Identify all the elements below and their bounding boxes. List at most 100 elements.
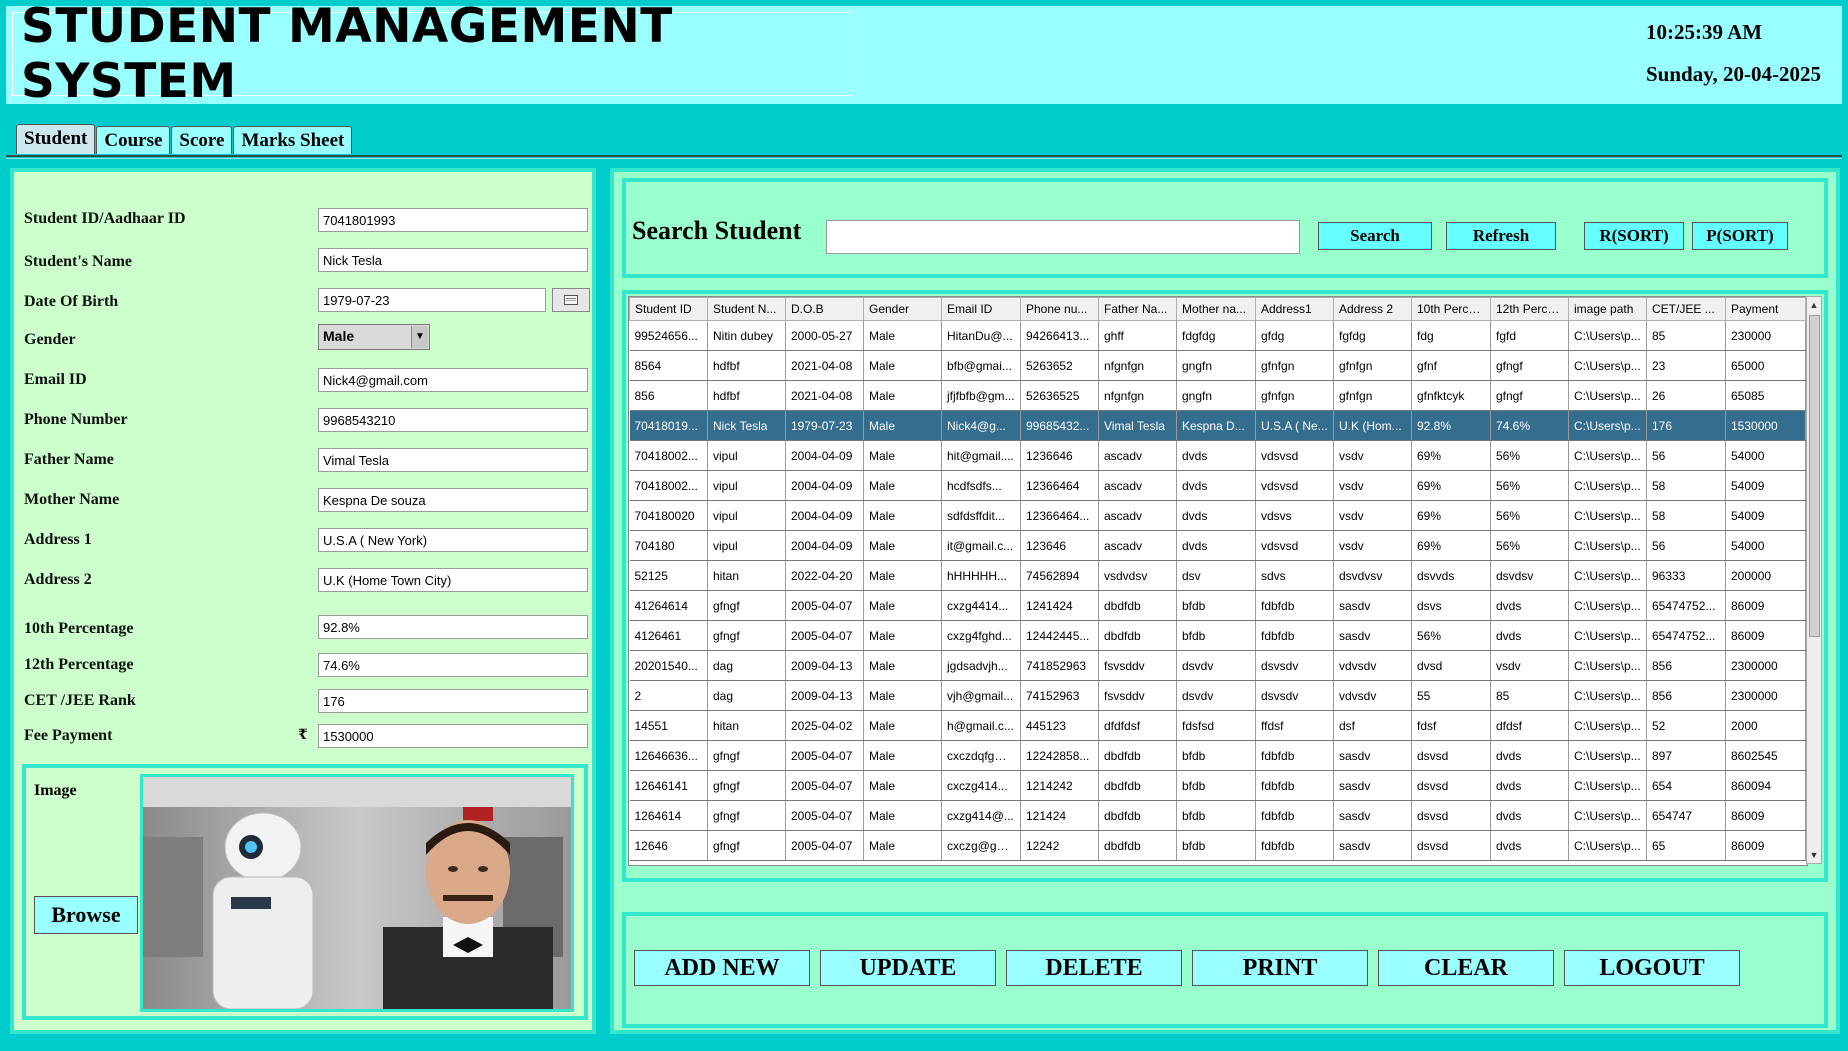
table-cell[interactable]: 52 — [1646, 710, 1726, 741]
table-cell[interactable]: Male — [863, 740, 942, 771]
table-cell[interactable]: 12646636... — [629, 740, 708, 771]
table-cell[interactable]: 65000 — [1725, 350, 1806, 381]
table-cell[interactable]: 12646141 — [629, 770, 708, 801]
r-sort-button[interactable]: R(SORT) — [1584, 222, 1684, 250]
column-header[interactable]: Student N... — [707, 297, 786, 321]
table-cell[interactable]: 856 — [1646, 680, 1726, 711]
table-cell[interactable]: hHHHHH... — [941, 560, 1021, 591]
table-row[interactable]: 4126461 gfngf 2005-04-07 Male cxzg4fghd... 12… — [629, 620, 1806, 651]
table-cell[interactable]: vdsvsd — [1255, 470, 1334, 501]
table-cell[interactable]: vsdv — [1333, 530, 1412, 561]
table-cell[interactable]: 54000 — [1725, 530, 1806, 561]
table-cell[interactable]: C:\Users\p... — [1568, 440, 1647, 471]
table-row[interactable]: 14551 hitan 2025-04-02 Male h@gmail.c... 4451… — [629, 710, 1806, 741]
table-cell[interactable]: 654747 — [1646, 800, 1726, 831]
table-cell[interactable]: Male — [863, 710, 942, 741]
p-sort-button[interactable]: P(SORT) — [1692, 222, 1788, 250]
table-cell[interactable]: dsvsd — [1411, 830, 1491, 861]
table-cell[interactable]: 2004-04-09 — [785, 530, 864, 561]
table-cell[interactable]: 230000 — [1725, 320, 1806, 351]
table-cell[interactable]: 99524656... — [629, 320, 708, 351]
table-cell[interactable]: fdsf — [1411, 710, 1491, 741]
table-cell[interactable]: dsvsdv — [1255, 650, 1334, 681]
table-row[interactable]: 12646636... gfngf 2005-04-07 Male cxczdqfg@.… — [629, 740, 1806, 771]
table-cell[interactable]: gfngf — [707, 770, 786, 801]
table-cell[interactable]: fdbfdb — [1255, 620, 1334, 651]
table-cell[interactable]: dbdfdb — [1098, 830, 1177, 861]
table-cell[interactable]: jgdsadvjh... — [941, 650, 1021, 681]
table-cell[interactable]: 20201540... — [629, 650, 708, 681]
table-cell[interactable]: 99685432... — [1020, 410, 1099, 441]
table-cell[interactable]: fgfdg — [1333, 320, 1412, 351]
table-cell[interactable]: 12646 — [629, 830, 708, 861]
table-row[interactable]: 856 hdfbf 2021-04-08 Male jfjfbfb@gm... 52636… — [629, 380, 1806, 411]
table-cell[interactable]: 70418002... — [629, 470, 708, 501]
table-cell[interactable]: nfgnfgn — [1098, 350, 1177, 381]
table-cell[interactable]: cxzg4fghd... — [941, 620, 1021, 651]
table-cell[interactable]: fdg — [1411, 320, 1491, 351]
table-cell[interactable]: 8564 — [629, 350, 708, 381]
search-input[interactable] — [826, 220, 1300, 254]
table-cell[interactable]: dvds — [1490, 830, 1569, 861]
table-cell[interactable]: vdsvs — [1255, 500, 1334, 531]
table-cell[interactable]: fdbfdb — [1255, 770, 1334, 801]
table-cell[interactable]: 2009-04-13 — [785, 650, 864, 681]
table-cell[interactable]: 2004-04-09 — [785, 440, 864, 471]
table-cell[interactable]: C:\Users\p... — [1568, 650, 1647, 681]
table-cell[interactable]: dsf — [1333, 710, 1412, 741]
table-cell[interactable]: vdsvsd — [1255, 440, 1334, 471]
table-scrollbar[interactable]: ▲ ▼ — [1806, 296, 1822, 864]
table-cell[interactable]: dvds — [1490, 620, 1569, 651]
table-cell[interactable]: C:\Users\p... — [1568, 710, 1647, 741]
table-cell[interactable]: hdfbf — [707, 350, 786, 381]
table-row[interactable]: 70418002... vipul 2004-04-09 Male hit@gmail.… — [629, 440, 1806, 471]
table-cell[interactable]: fdbfdb — [1255, 590, 1334, 621]
cet-rank-input[interactable] — [318, 689, 588, 713]
table-cell[interactable]: dsvdv — [1176, 680, 1256, 711]
table-row[interactable]: 20201540... dag 2009-04-13 Male jgdsadvjh...… — [629, 650, 1806, 681]
table-cell[interactable]: vipul — [707, 530, 786, 561]
dob-input[interactable] — [318, 288, 546, 312]
table-cell[interactable]: Nick4@g... — [941, 410, 1021, 441]
table-cell[interactable]: dbdfdb — [1098, 800, 1177, 831]
table-cell[interactable]: 54009 — [1725, 500, 1806, 531]
table-cell[interactable]: dsvdv — [1176, 650, 1256, 681]
update-button[interactable]: UPDATE — [820, 950, 996, 986]
column-header[interactable]: Gender — [863, 297, 942, 321]
table-cell[interactable]: fgfd — [1490, 320, 1569, 351]
table-cell[interactable]: 70418002... — [629, 440, 708, 471]
table-cell[interactable]: sdvs — [1255, 560, 1334, 591]
table-cell[interactable]: gfnfgn — [1333, 350, 1412, 381]
table-cell[interactable]: bfdb — [1176, 770, 1256, 801]
table-cell[interactable]: hcdfsdfs... — [941, 470, 1021, 501]
tab-marks-sheet[interactable]: Marks Sheet — [233, 126, 353, 154]
table-cell[interactable]: C:\Users\p... — [1568, 680, 1647, 711]
table-cell[interactable]: dvds — [1490, 590, 1569, 621]
table-cell[interactable]: vsdv — [1333, 440, 1412, 471]
table-cell[interactable]: vdvsdv — [1333, 650, 1412, 681]
table-cell[interactable]: 5263652 — [1020, 350, 1099, 381]
table-cell[interactable]: 56% — [1490, 530, 1569, 561]
table-cell[interactable]: 860094 — [1725, 770, 1806, 801]
table-cell[interactable]: fdbfdb — [1255, 800, 1334, 831]
browse-button[interactable]: Browse — [34, 896, 138, 934]
table-cell[interactable]: dvds — [1490, 770, 1569, 801]
table-cell[interactable]: fsvsddv — [1098, 650, 1177, 681]
table-cell[interactable]: 2022-04-20 — [785, 560, 864, 591]
table-cell[interactable]: bfdb — [1176, 590, 1256, 621]
table-cell[interactable]: 1264614 — [629, 800, 708, 831]
address1-input[interactable] — [318, 528, 588, 552]
student-id-input[interactable] — [318, 208, 588, 232]
table-cell[interactable]: sasdv — [1333, 620, 1412, 651]
table-cell[interactable]: gfngf — [707, 620, 786, 651]
tenth-percentage-input[interactable] — [318, 615, 588, 639]
column-header[interactable]: CET/JEE ... — [1646, 297, 1726, 321]
table-cell[interactable]: 12242858... — [1020, 740, 1099, 771]
table-cell[interactable]: fdsfsd — [1176, 710, 1256, 741]
table-cell[interactable]: 2009-04-13 — [785, 680, 864, 711]
table-cell[interactable]: dsvvds — [1411, 560, 1491, 591]
delete-button[interactable]: DELETE — [1006, 950, 1182, 986]
table-cell[interactable]: gfngf — [707, 590, 786, 621]
table-cell[interactable]: cxczg@gm... — [941, 830, 1021, 861]
table-row[interactable]: 70418019... Nick Tesla 1979-07-23 Male Nick4… — [629, 410, 1806, 441]
